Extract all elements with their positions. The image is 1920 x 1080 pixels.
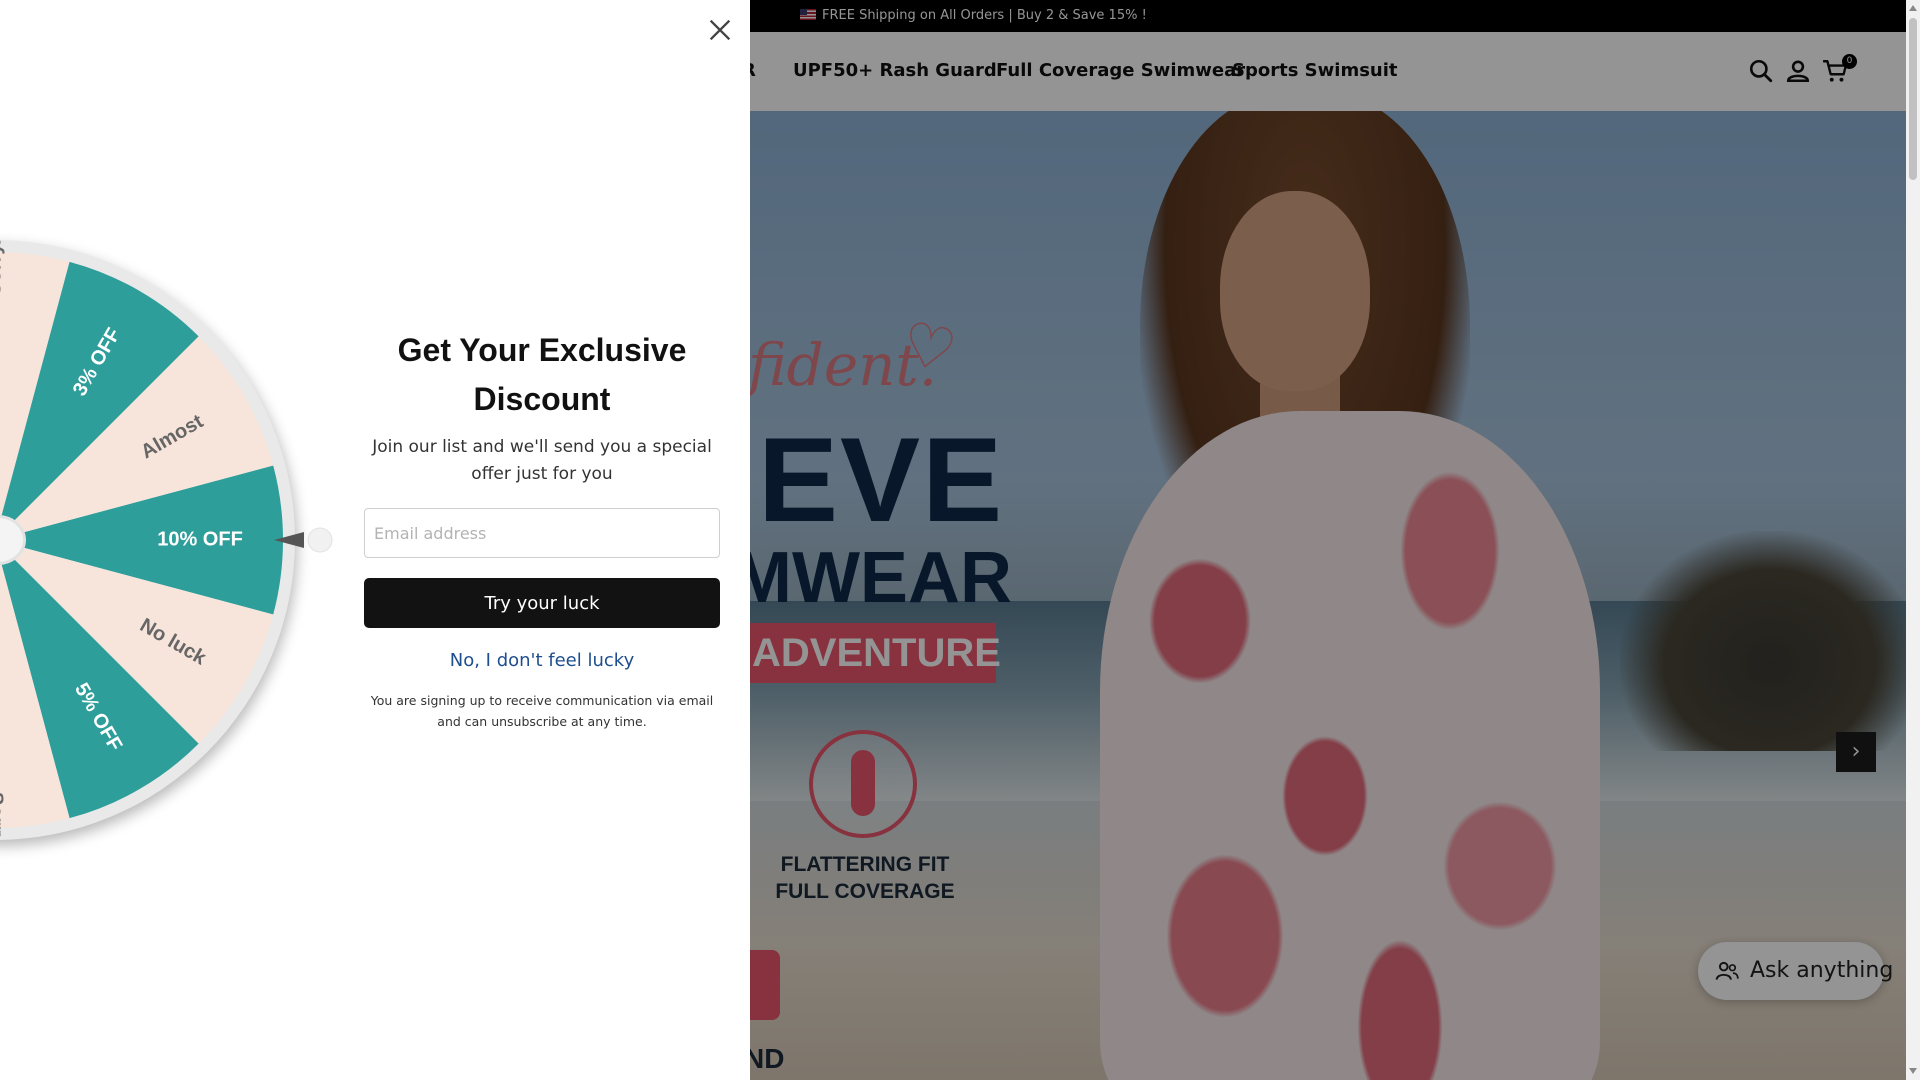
scroll-down-arrow[interactable]	[1909, 1068, 1917, 1074]
scroll-thumb[interactable]	[1909, 18, 1917, 180]
prize-wheel: Sorry...3% OFFAlmost10% OFFNo luck5% OFF…	[0, 240, 283, 840]
wheel-pointer-icon	[274, 527, 333, 553]
scroll-up-arrow[interactable]	[1909, 5, 1917, 11]
page-scrollbar[interactable]	[1906, 0, 1920, 1080]
signup-disclaimer: You are signing up to receive communicat…	[370, 693, 714, 729]
email-field[interactable]	[364, 508, 720, 558]
popup-subtitle: Join our list and we'll send you a speci…	[372, 437, 712, 484]
popup-title: Get Your Exclusive Discount	[397, 332, 687, 417]
modal-overlay[interactable]	[750, 0, 1920, 1080]
decline-link[interactable]: No, I don't feel lucky	[362, 648, 722, 674]
wheel-segment-label: Sorry	[0, 792, 7, 840]
spin-wheel-popup: Sorry... 3% OFF Almost 10% OFF No luck 5% OFF…	[0, 0, 750, 1080]
wheel-segment-label: 10% OFF	[157, 528, 243, 550]
close-icon[interactable]	[706, 16, 734, 44]
try-your-luck-button[interactable]: Try your luck	[364, 578, 720, 628]
wheel-segment-label: Sorry...	[0, 240, 5, 296]
